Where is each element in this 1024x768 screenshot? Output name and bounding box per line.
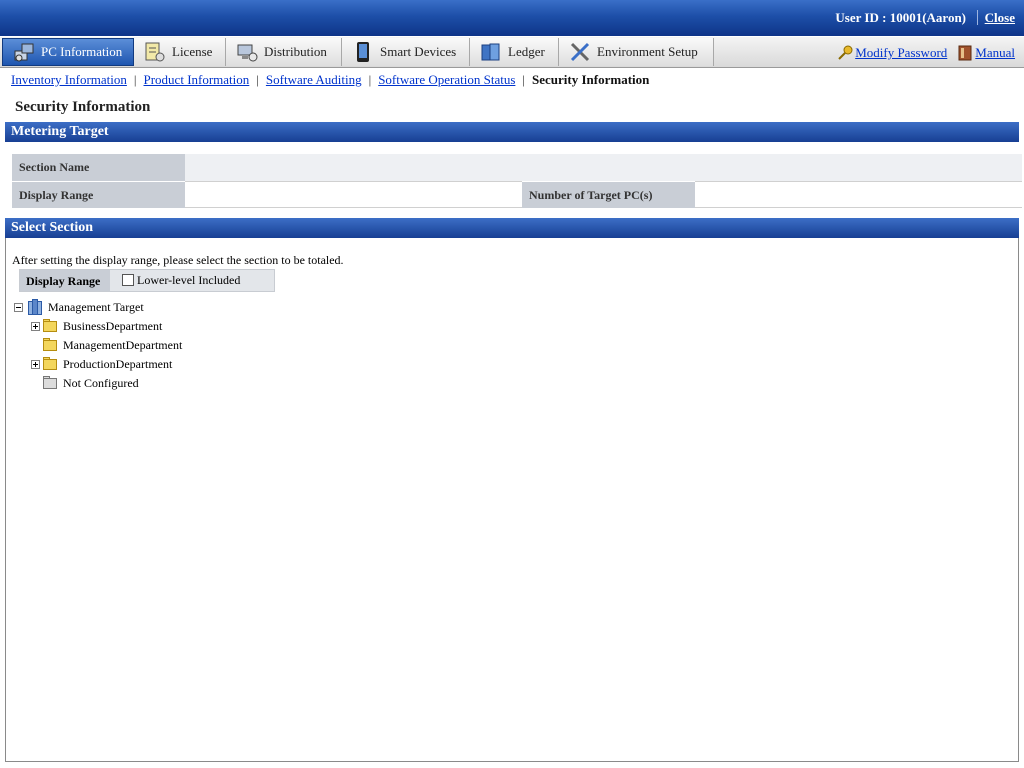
subnav-product-information[interactable]: Product Information — [144, 72, 250, 87]
display-range-label: Display Range — [12, 181, 185, 208]
tab-label: PC Information — [41, 44, 123, 59]
tools-icon — [569, 41, 591, 63]
main-tab-bar: PC Information License Distribution Smar… — [0, 37, 1024, 68]
subnav-software-operation-status[interactable]: Software Operation Status — [378, 72, 515, 87]
expand-icon[interactable] — [31, 359, 40, 369]
tree-node-label[interactable]: ManagementDepartment — [63, 338, 182, 353]
target-pc-count-value — [695, 181, 1022, 208]
target-pc-count-label: Number of Target PC(s) — [522, 181, 695, 208]
distribution-icon — [236, 41, 258, 63]
manual-link[interactable]: Manual — [975, 45, 1015, 61]
folder-icon — [43, 338, 59, 352]
tree-node-root[interactable]: Management Target — [14, 298, 144, 316]
display-range-filter: Display Range Lower-level Included — [19, 269, 275, 292]
subnav-security-information: Security Information — [532, 72, 650, 87]
tab-label: Smart Devices — [380, 44, 457, 59]
utility-links: Modify Password Manual — [837, 45, 1015, 61]
tree-node-label[interactable]: Not Configured — [63, 376, 139, 391]
tree-node-label[interactable]: BusinessDepartment — [63, 319, 162, 334]
lower-level-included-checkbox[interactable] — [122, 274, 134, 286]
tab-license[interactable]: License — [134, 38, 226, 66]
folder-icon — [43, 357, 59, 371]
manual-book-icon — [957, 45, 973, 61]
tab-ledger[interactable]: Ledger — [470, 38, 559, 66]
tab-label: Ledger — [508, 44, 545, 59]
smart-device-icon — [352, 41, 374, 63]
ledger-icon — [480, 41, 502, 63]
top-header: User ID : 10001(Aaron) Close — [0, 0, 1024, 36]
display-range-value — [185, 181, 522, 208]
tree-node-management-department[interactable]: ManagementDepartment — [43, 336, 182, 354]
license-icon — [144, 41, 166, 63]
user-id: User ID : 10001(Aaron) — [835, 10, 966, 26]
building-icon — [26, 299, 44, 315]
select-section-instruction: After setting the display range, please … — [12, 253, 344, 267]
key-icon — [837, 45, 853, 61]
close-link[interactable]: Close — [985, 10, 1015, 26]
select-section-header: Select Section — [5, 218, 1019, 238]
tab-smart-devices[interactable]: Smart Devices — [342, 38, 470, 66]
tab-label: License — [172, 44, 213, 59]
tab-environment-setup[interactable]: Environment Setup — [559, 38, 714, 66]
user-id-value: 10001(Aaron) — [889, 10, 966, 25]
tree-node-label[interactable]: Management Target — [48, 300, 144, 315]
tab-distribution[interactable]: Distribution — [226, 38, 342, 66]
section-name-label: Section Name — [12, 154, 185, 181]
page-title: Security Information — [15, 99, 151, 115]
metering-target-header: Metering Target — [5, 122, 1019, 142]
tree-node-label[interactable]: ProductionDepartment — [63, 357, 172, 372]
section-name-value — [185, 154, 1022, 181]
unassigned-user-folder-icon — [43, 376, 59, 390]
tab-label: Environment Setup — [597, 44, 698, 59]
modify-password-link[interactable]: Modify Password — [855, 45, 947, 61]
sub-navigation: Inventory Information | Product Informatio… — [11, 72, 650, 87]
expand-icon[interactable] — [31, 321, 40, 331]
subnav-inventory-information[interactable]: Inventory Information — [11, 72, 127, 87]
pc-info-icon — [13, 41, 35, 63]
tab-pc-information[interactable]: PC Information — [2, 38, 134, 66]
header-divider — [977, 10, 978, 25]
metering-target-table: Section Name Display Range Number of Tar… — [12, 154, 1022, 208]
user-id-label: User ID : — [835, 10, 887, 25]
folder-icon — [43, 319, 59, 333]
tree-node-business-department[interactable]: BusinessDepartment — [31, 317, 162, 335]
collapse-icon[interactable] — [14, 302, 23, 312]
tab-label: Distribution — [264, 44, 327, 59]
subnav-software-auditing[interactable]: Software Auditing — [266, 72, 362, 87]
tree-node-not-configured[interactable]: Not Configured — [43, 374, 139, 392]
tree-node-production-department[interactable]: ProductionDepartment — [31, 355, 172, 373]
lower-level-included-label[interactable]: Lower-level Included — [137, 273, 240, 288]
display-range-filter-label: Display Range — [20, 270, 110, 291]
